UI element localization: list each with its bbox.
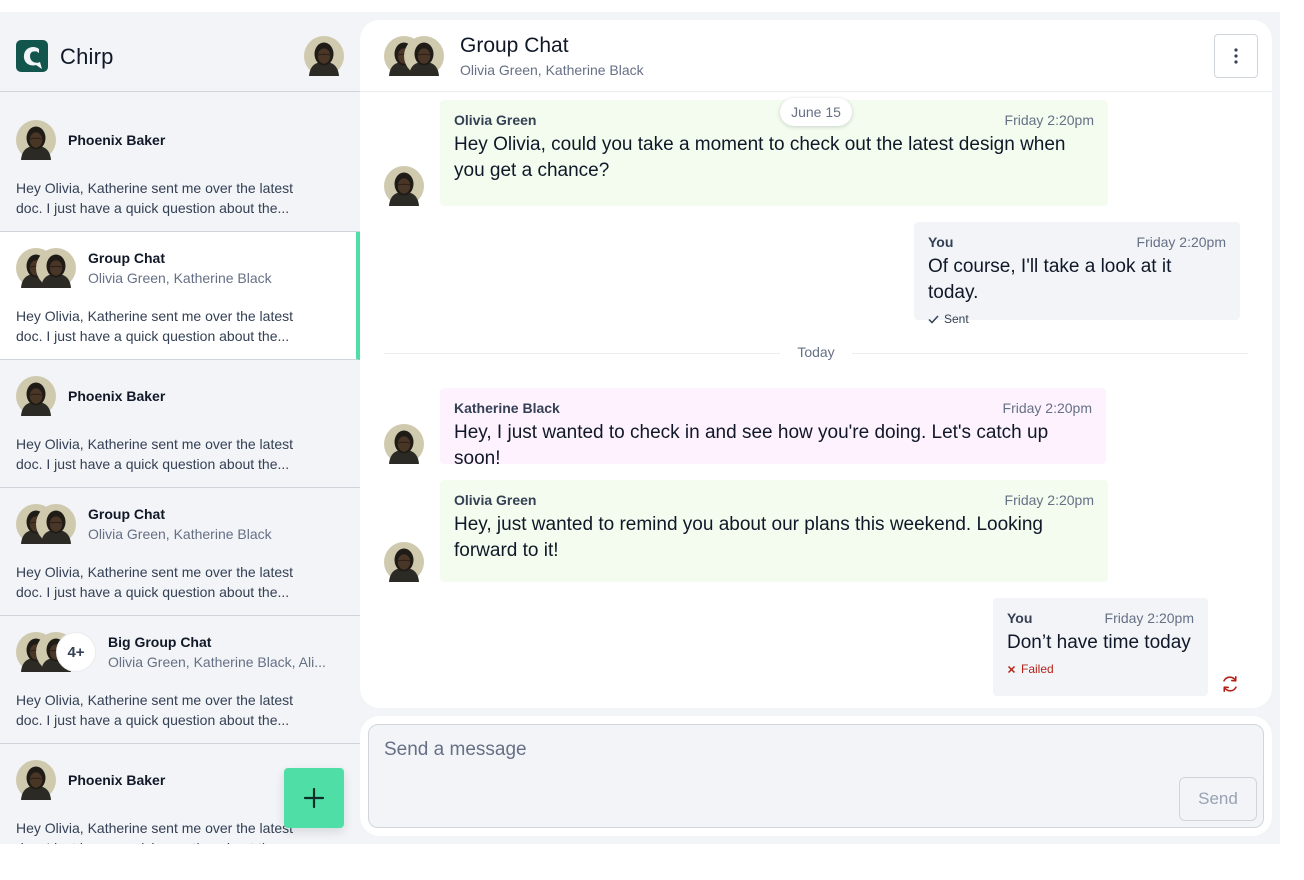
message-bubble: Katherine Black Friday 2:20pm Hey, I jus…	[440, 388, 1106, 469]
conversation-item-active[interactable]: Group Chat Olivia Green, Katherine Black…	[0, 232, 360, 360]
avatar	[404, 36, 444, 76]
avatar	[36, 504, 76, 544]
message-status-label: Sent	[944, 312, 969, 326]
send-button[interactable]: Send	[1179, 777, 1257, 821]
conversation-members: Olivia Green, Katherine Black	[88, 526, 272, 542]
message-composer: Send	[360, 716, 1272, 836]
message-bubble-own: You Friday 2:20pm Don’t have time today …	[993, 598, 1208, 696]
new-conversation-button[interactable]	[284, 768, 344, 828]
message-time: Friday 2:20pm	[1136, 234, 1226, 250]
chat-title: Group Chat	[460, 34, 569, 57]
conversation-item[interactable]: Group Chat Olivia Green, Katherine Black…	[0, 488, 360, 616]
conversation-preview: Hey Olivia, Katherine sent me over the l…	[16, 564, 294, 600]
avatar	[16, 376, 56, 416]
message-input[interactable]	[384, 737, 1084, 763]
sidebar-header: Chirp	[0, 12, 360, 92]
conversation-members: Olivia Green, Katherine Black, Ali...	[108, 654, 326, 670]
plus-icon	[303, 787, 325, 809]
avatar	[384, 424, 424, 464]
conversation-preview: Hey Olivia, Katherine sent me over the l…	[16, 180, 294, 216]
conversation-members: Olivia Green, Katherine Black	[88, 270, 272, 286]
user-avatar[interactable]	[304, 36, 344, 76]
more-options-button[interactable]	[1214, 34, 1258, 78]
conversation-preview: Hey Olivia, Katherine sent me over the l…	[16, 308, 294, 344]
chat-members: Olivia Green, Katherine Black	[460, 62, 644, 78]
date-chip: June 15	[780, 98, 852, 126]
message-bubble: Olivia Green Friday 2:20pm Hey, just wan…	[440, 480, 1108, 582]
message-status: Failed	[1007, 662, 1194, 676]
conversation-name: Phoenix Baker	[68, 132, 166, 148]
message-author: Olivia Green	[454, 112, 537, 128]
conversation-preview: Hey Olivia, Katherine sent me over the l…	[16, 692, 294, 728]
avatar	[16, 760, 56, 800]
checkmark-icon	[928, 314, 939, 324]
message-author: Olivia Green	[454, 492, 537, 508]
message-text: Hey, just wanted to remind you about our…	[454, 514, 1043, 561]
retry-icon[interactable]	[1220, 674, 1240, 694]
conversation-name: Group Chat	[88, 506, 165, 522]
day-divider-label: Today	[780, 344, 852, 360]
conversation-preview: Hey Olivia, Katherine sent me over the l…	[16, 436, 294, 472]
message-status: Sent	[928, 312, 1226, 326]
message-author: You	[1007, 610, 1033, 626]
member-count-badge: 4+	[56, 632, 96, 672]
message-time: Friday 2:20pm	[1002, 400, 1092, 416]
message-author: You	[928, 234, 954, 250]
message-text: Hey, I just wanted to check in and see h…	[454, 422, 1049, 469]
message-time: Friday 2:20pm	[1004, 112, 1094, 128]
chat-header: Group Chat Olivia Green, Katherine Black	[360, 20, 1272, 92]
chat-panel: Group Chat Olivia Green, Katherine Black…	[360, 20, 1272, 708]
message-time: Friday 2:20pm	[1104, 610, 1194, 626]
sidebar: Chirp Phoenix Baker Hey Olivia, Katherin…	[0, 12, 360, 844]
conversation-name: Phoenix Baker	[68, 388, 166, 404]
message-author: Katherine Black	[454, 400, 560, 416]
avatar	[384, 166, 424, 206]
conversation-name: Group Chat	[88, 250, 165, 266]
close-icon	[1007, 665, 1016, 673]
avatar	[36, 248, 76, 288]
avatar	[16, 120, 56, 160]
message-bubble-own: You Friday 2:20pm Of course, I'll take a…	[914, 222, 1240, 326]
message-time: Friday 2:20pm	[1004, 492, 1094, 508]
conversation-name: Phoenix Baker	[68, 772, 166, 788]
message-text: Don’t have time today	[1007, 632, 1191, 653]
chirp-logo-icon	[16, 40, 48, 72]
kebab-menu-icon	[1234, 48, 1238, 64]
message-status-label: Failed	[1021, 662, 1054, 676]
message-text: Hey Olivia, could you take a moment to c…	[454, 134, 1066, 181]
conversation-item[interactable]: Phoenix Baker Hey Olivia, Katherine sent…	[0, 104, 360, 232]
app-brand-name: Chirp	[60, 44, 114, 69]
conversation-item[interactable]: 4+ Big Group Chat Olivia Green, Katherin…	[0, 616, 360, 744]
app-window: Chirp Phoenix Baker Hey Olivia, Katherin…	[0, 12, 1280, 844]
avatar	[384, 542, 424, 582]
conversation-name: Big Group Chat	[108, 634, 212, 650]
conversation-item[interactable]: Phoenix Baker Hey Olivia, Katherine sent…	[0, 360, 360, 488]
conversation-preview: Hey Olivia, Katherine sent me over the l…	[16, 820, 294, 844]
composer-box: Send	[368, 724, 1264, 828]
message-bubble: Olivia Green Friday 2:20pm Hey Olivia, c…	[440, 100, 1108, 206]
message-text: Of course, I'll take a look at it today.	[928, 256, 1172, 303]
